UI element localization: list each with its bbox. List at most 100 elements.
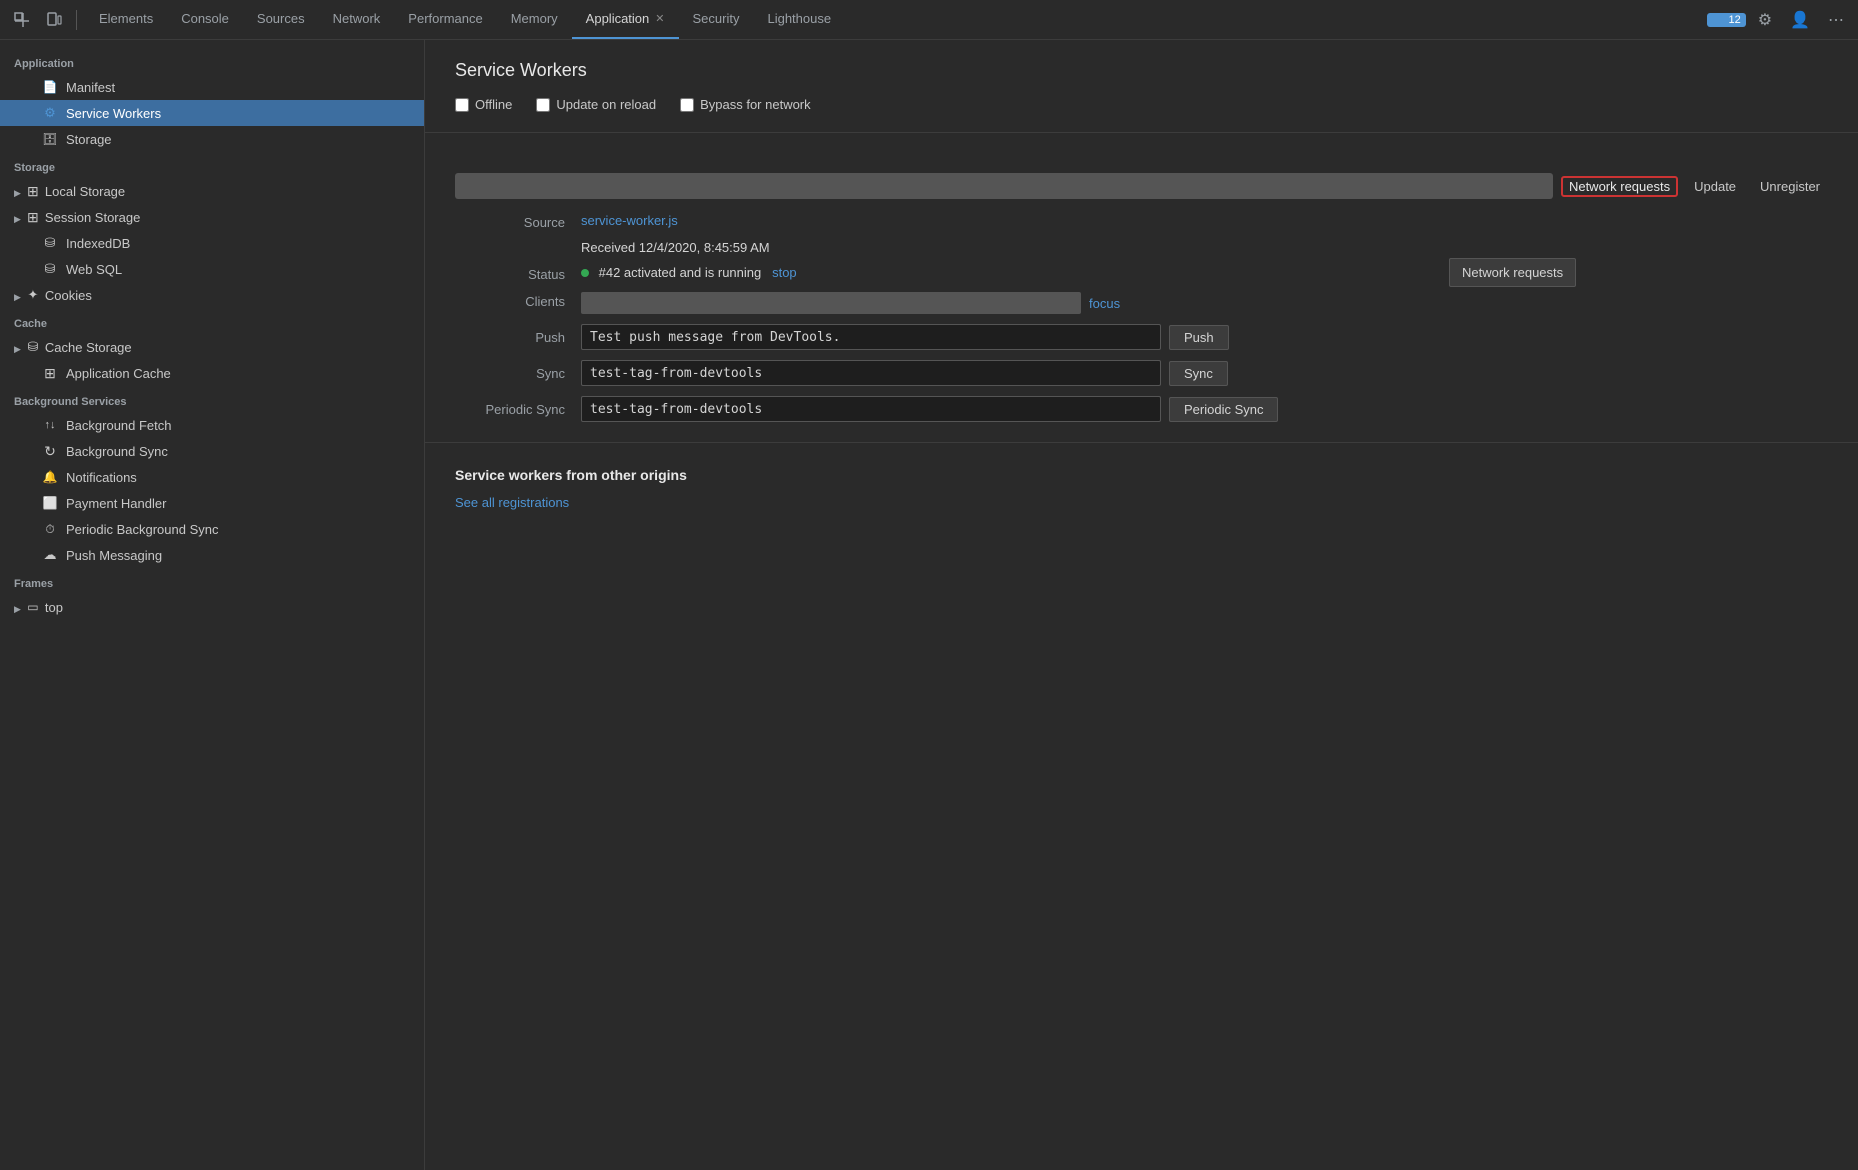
indexeddb-icon: [42, 235, 58, 251]
toolbar-divider: [76, 10, 77, 30]
sidebar-item-websql[interactable]: Web SQL: [0, 256, 424, 282]
sync-label: Sync: [465, 360, 565, 381]
more-icon[interactable]: ⋯: [1822, 6, 1850, 34]
sidebar: Application Manifest Service Workers Sto…: [0, 40, 425, 1170]
update-on-reload-label[interactable]: Update on reload: [536, 97, 656, 112]
periodic-sync-input[interactable]: [581, 396, 1161, 422]
sidebar-section-application: Application: [0, 48, 424, 74]
sidebar-section-storage: Storage: [0, 152, 424, 178]
websql-icon: [42, 261, 58, 277]
sidebar-section-frames: Frames: [0, 568, 424, 594]
stop-link[interactable]: stop: [772, 265, 797, 280]
arrow-local-storage: [14, 184, 21, 199]
tab-network[interactable]: Network: [319, 0, 395, 39]
network-requests-button[interactable]: Network requests: [1561, 176, 1678, 197]
clients-label: Clients: [465, 292, 565, 309]
sidebar-section-cache: Cache: [0, 308, 424, 334]
periodic-sync-button[interactable]: Periodic Sync: [1169, 397, 1278, 422]
push-icon: [42, 547, 58, 563]
focus-link[interactable]: focus: [1089, 296, 1120, 311]
notifications-icon: [42, 469, 58, 485]
clients-value: focus: [581, 292, 1828, 314]
storage-icon: [42, 131, 58, 147]
source-value: service-worker.js: [581, 213, 1828, 228]
cache-storage-icon: [25, 339, 41, 355]
sync-button[interactable]: Sync: [1169, 361, 1228, 386]
arrow-top: [14, 600, 21, 615]
sidebar-item-session-storage[interactable]: Session Storage: [0, 204, 424, 230]
checkbox-row: Offline Update on reload Bypass for netw…: [455, 97, 1828, 112]
sidebar-item-cookies[interactable]: Cookies: [0, 282, 424, 308]
toolbar-right: 12 ⚙ 👤 ⋯: [1707, 6, 1850, 34]
sidebar-item-top[interactable]: top: [0, 594, 424, 620]
tab-console[interactable]: Console: [167, 0, 243, 39]
sidebar-item-cache-storage[interactable]: Cache Storage: [0, 334, 424, 360]
main-content: Application Manifest Service Workers Sto…: [0, 40, 1858, 1170]
status-dot: [581, 269, 589, 277]
panel: Service Workers Offline Update on reload…: [425, 40, 1858, 1170]
push-label: Push: [465, 324, 565, 345]
bypass-for-network-checkbox[interactable]: [680, 98, 694, 112]
payment-icon: [42, 495, 58, 511]
clients-input: [581, 292, 1081, 314]
sidebar-item-periodic-bg-sync[interactable]: Periodic Background Sync: [0, 516, 424, 542]
push-input[interactable]: [581, 324, 1161, 350]
received-spacer: [465, 240, 565, 242]
tab-application[interactable]: Application ✕: [572, 0, 679, 39]
sidebar-item-payment-handler[interactable]: Payment Handler: [0, 490, 424, 516]
sidebar-item-application-cache[interactable]: Application Cache: [0, 360, 424, 386]
bg-fetch-icon: [42, 417, 58, 433]
panel-title: Service Workers: [455, 60, 1828, 81]
user-icon[interactable]: 👤: [1784, 6, 1816, 34]
push-button[interactable]: Push: [1169, 325, 1229, 350]
offline-checkbox-label[interactable]: Offline: [455, 97, 512, 112]
tab-memory[interactable]: Memory: [497, 0, 572, 39]
status-label: Status: [465, 265, 565, 282]
sidebar-item-notifications[interactable]: Notifications: [0, 464, 424, 490]
service-worker-icon: [42, 105, 58, 121]
sw-details: Source service-worker.js Received 12/4/2…: [455, 213, 1828, 422]
tab-bar: Elements Console Sources Network Perform…: [85, 0, 1703, 39]
update-button[interactable]: Update: [1686, 176, 1744, 197]
tab-sources[interactable]: Sources: [243, 0, 319, 39]
source-link[interactable]: service-worker.js: [581, 213, 678, 228]
update-on-reload-checkbox[interactable]: [536, 98, 550, 112]
inspect-icon[interactable]: [8, 8, 36, 32]
arrow-cookies: [14, 288, 21, 303]
tab-elements[interactable]: Elements: [85, 0, 167, 39]
app-cache-icon: [42, 365, 58, 381]
push-row: Push: [581, 324, 1828, 350]
bg-sync-icon: [42, 443, 58, 459]
device-icon[interactable]: [40, 8, 68, 32]
manifest-icon: [42, 79, 58, 95]
sidebar-item-local-storage[interactable]: Local Storage: [0, 178, 424, 204]
sw-entry-header: Network requests Update Unregister: [455, 173, 1828, 199]
sidebar-item-indexeddb[interactable]: IndexedDB: [0, 230, 424, 256]
sidebar-item-bg-sync[interactable]: Background Sync: [0, 438, 424, 464]
bypass-for-network-label[interactable]: Bypass for network: [680, 97, 811, 112]
status-value: #42 activated and is running stop: [581, 265, 1828, 280]
periodic-sync-label: Periodic Sync: [465, 396, 565, 417]
sidebar-section-bg-services: Background Services: [0, 386, 424, 412]
devtools-toolbar: Elements Console Sources Network Perform…: [0, 0, 1858, 40]
sidebar-item-bg-fetch[interactable]: Background Fetch: [0, 412, 424, 438]
sidebar-item-push-messaging[interactable]: Push Messaging: [0, 542, 424, 568]
tab-security[interactable]: Security: [679, 0, 754, 39]
sidebar-item-manifest[interactable]: Manifest: [0, 74, 424, 100]
other-origins-section: Service workers from other origins See a…: [425, 443, 1858, 534]
settings-icon[interactable]: ⚙: [1752, 6, 1778, 34]
issues-badge[interactable]: 12: [1707, 13, 1745, 27]
sw-entry: Network requests Update Unregister Sourc…: [425, 153, 1858, 443]
offline-checkbox[interactable]: [455, 98, 469, 112]
tab-lighthouse[interactable]: Lighthouse: [753, 0, 845, 39]
network-requests-dropdown: Network requests: [1449, 258, 1576, 287]
sidebar-item-storage[interactable]: Storage: [0, 126, 424, 152]
sync-input[interactable]: [581, 360, 1161, 386]
arrow-session-storage: [14, 210, 21, 225]
unregister-button[interactable]: Unregister: [1752, 176, 1828, 197]
sidebar-item-service-workers[interactable]: Service Workers: [0, 100, 424, 126]
tab-close-icon[interactable]: ✕: [655, 12, 664, 25]
tab-performance[interactable]: Performance: [394, 0, 496, 39]
see-all-registrations-link[interactable]: See all registrations: [455, 495, 569, 510]
received-value: Received 12/4/2020, 8:45:59 AM: [581, 240, 1828, 255]
